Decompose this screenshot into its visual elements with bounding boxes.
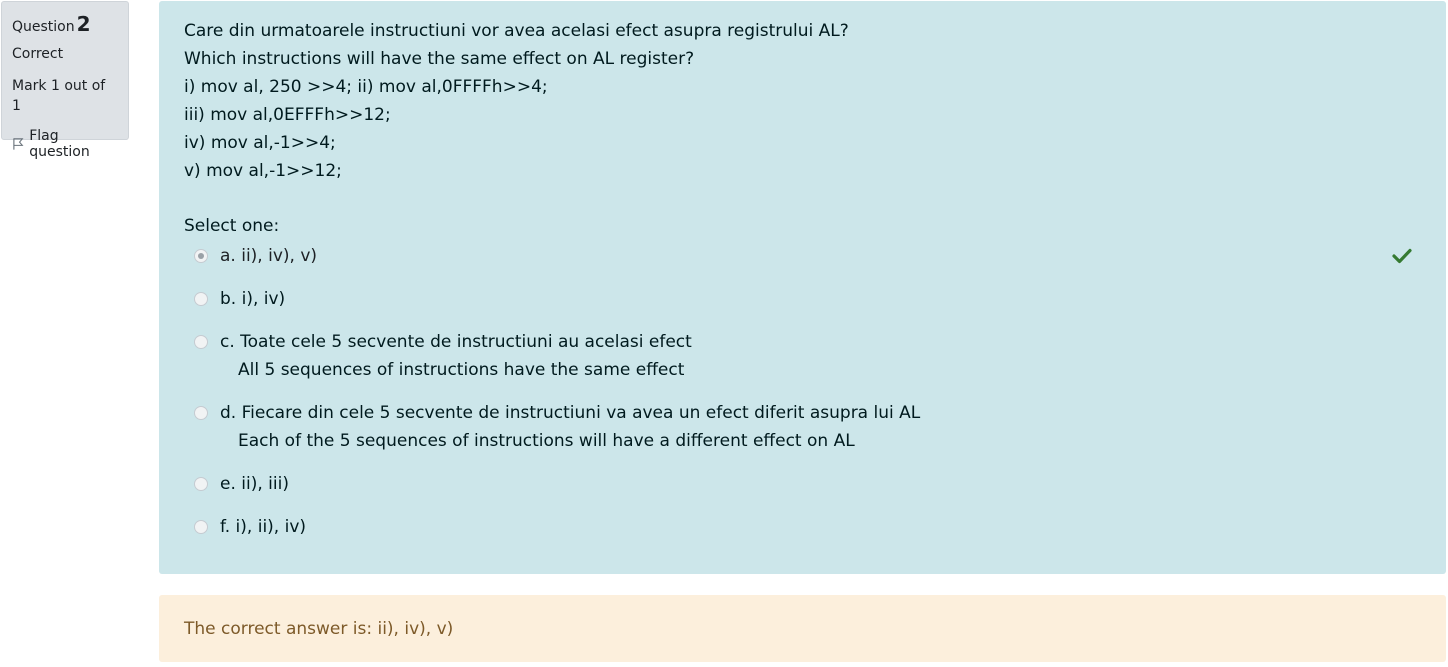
answer-option-text: c. Toate cele 5 secvente de instructiuni… [220, 332, 692, 352]
answer-option-text: d. Fiecare din cele 5 secvente de instru… [220, 403, 921, 423]
answer-option-b[interactable]: b. i), iv) [194, 285, 1421, 313]
answer-prompt: Select one: [184, 216, 280, 236]
answer-option-label: b. i), iv) [220, 289, 286, 309]
answer-options: a. ii), iv), v) b. i), iv) c. Toate cele… [184, 242, 1421, 541]
question-line: iii) mov al,0EFFFh>>12; [184, 105, 391, 125]
question-line: Which instructions will have the same ef… [184, 49, 695, 69]
answer-option-subtext: Each of the 5 sequences of instructions … [238, 431, 855, 451]
answer-option-label: d. Fiecare din cele 5 secvente de instru… [220, 399, 920, 455]
right-answer-feedback: The correct answer is: ii), iv), v) [159, 595, 1446, 662]
answer-option-a[interactable]: a. ii), iv), v) [194, 242, 1421, 270]
radio-button-a[interactable] [194, 249, 208, 263]
radio-button-e[interactable] [194, 477, 208, 491]
question-line: v) mov al,-1>>12; [184, 161, 342, 181]
question-text: Care din urmatoarele instructiuni vor av… [184, 17, 1421, 185]
question-number-value: 2 [76, 12, 91, 36]
answer-option-subtext: All 5 sequences of instructions have the… [238, 360, 685, 380]
answer-option-label: e. ii), iii) [220, 474, 289, 494]
radio-button-c[interactable] [194, 335, 208, 349]
question-label: Question [12, 19, 75, 35]
radio-button-b[interactable] [194, 292, 208, 306]
answer-option-c[interactable]: c. Toate cele 5 secvente de instructiuni… [194, 328, 1421, 384]
answer-option-label: a. ii), iv), v) [220, 246, 318, 266]
radio-button-d[interactable] [194, 406, 208, 420]
radio-button-f[interactable] [194, 520, 208, 534]
answer-option-label: f. i), ii), iv) [220, 517, 307, 537]
question-line: iv) mov al,-1>>4; [184, 133, 336, 153]
question-formulation: Care din urmatoarele instructiuni vor av… [159, 1, 1446, 574]
question-info-panel: Question 2 Correct Mark 1 out of 1 Flag … [1, 1, 129, 160]
question-line: Care din urmatoarele instructiuni vor av… [184, 21, 849, 41]
answer-option-label: c. Toate cele 5 secvente de instructiuni… [220, 328, 692, 384]
question-line: i) mov al, 250 >>4; ii) mov al,0FFFFh>>4… [184, 77, 548, 97]
answer-option-d[interactable]: d. Fiecare din cele 5 secvente de instru… [194, 399, 1421, 455]
right-answer-text: The correct answer is: ii), iv), v) [184, 618, 454, 639]
flag-question-label: Flag question [29, 128, 90, 160]
question-state: Correct [12, 46, 64, 62]
question-grade: Mark 1 out of 1 [12, 78, 106, 114]
correct-check-icon [1392, 248, 1412, 264]
answer-option-f[interactable]: f. i), ii), iv) [194, 513, 1421, 541]
question-number: Question 2 [12, 12, 118, 38]
flag-question-link[interactable]: Flag question [12, 128, 118, 160]
flag-icon [13, 138, 24, 150]
answer-option-e[interactable]: e. ii), iii) [194, 470, 1421, 498]
